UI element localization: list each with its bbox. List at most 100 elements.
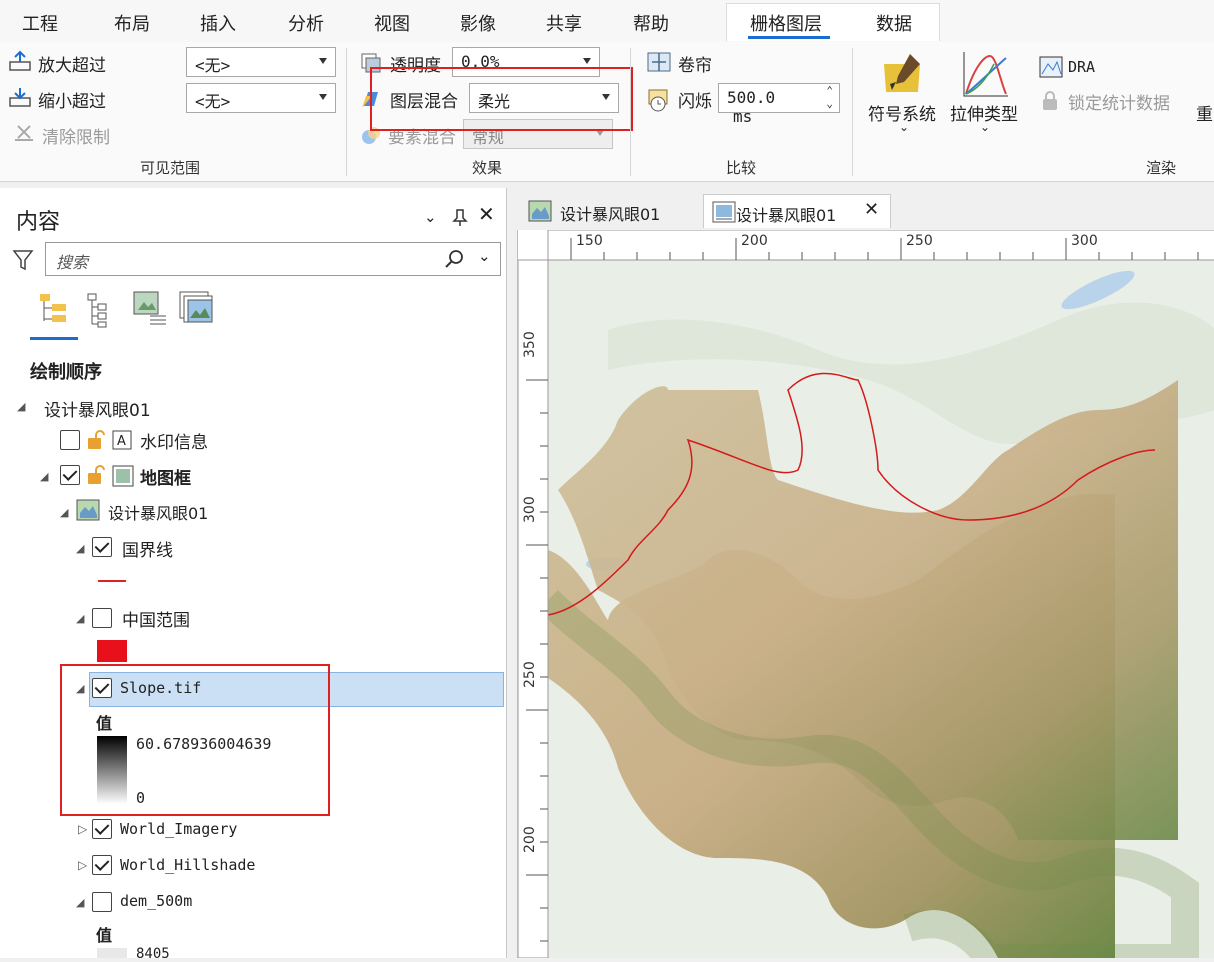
menu-view[interactable]: 视图 [374,10,410,36]
clear-limits-button[interactable]: 清除限制 [42,123,110,148]
unlock-icon[interactable] [86,430,108,450]
china-range-checkbox[interactable] [92,608,112,628]
dem-max-value: 8405 [136,946,170,962]
ruler-label-left: 200 [522,826,538,853]
layer-world-hillshade[interactable]: World_Hillshade [120,856,255,874]
unlock-icon[interactable] [86,465,108,485]
layer-map-frame[interactable]: 地图框 [140,464,191,489]
map-frame-icon [112,465,134,487]
menu-imagery[interactable]: 影像 [460,10,496,36]
list-by-drawing-order-icon[interactable] [36,292,72,326]
ruler-label-top: 200 [741,233,768,249]
menu-project[interactable]: 工程 [22,10,58,36]
menu-layout[interactable]: 布局 [114,10,150,36]
search-options-icon[interactable]: ⌄ [478,247,491,265]
tab-map-view-label: 设计暴风眼01 [560,205,661,224]
map-name[interactable]: 设计暴风眼01 [44,396,151,421]
expand-china-toggle[interactable]: ◢ [76,612,84,625]
ribbon-separator [852,48,853,176]
layout-view-icon [712,201,736,223]
ruler-label-left: 300 [522,496,538,523]
flicker-interval-input[interactable]: 500.0 ms ⌃ ⌄ [718,83,840,126]
highlight-box-blend [370,67,633,131]
tab-data[interactable]: 数据 [876,10,912,36]
dra-button[interactable]: DRA [1068,58,1095,76]
boundary-checkbox[interactable] [92,537,112,557]
zoom-out-beyond-dropdown[interactable]: <无> [186,83,336,113]
map-frame-checkbox[interactable] [60,465,80,485]
layer-map-name[interactable]: 设计暴风眼01 [108,500,208,524]
text-element-icon: A [112,430,132,450]
ribbon-separator [630,48,631,176]
dem-value-label: 值 [96,926,113,945]
hillshade-checkbox[interactable] [92,855,112,875]
swipe-icon [647,52,671,72]
flicker-label: 闪烁 [678,92,712,112]
lock-icon [1043,91,1057,110]
symbology-dropdown-icon[interactable]: ⌄ [899,120,909,134]
layer-world-imagery[interactable]: World_Imagery [120,820,237,838]
ribbon-more-button[interactable]: 重 [1196,100,1213,125]
dem-gradient-ramp [97,948,127,958]
swipe-button[interactable]: 卷帘 [678,51,712,76]
close-tab-icon[interactable]: ✕ [864,199,879,220]
map-canvas[interactable]: 150 200 250 300 350 300 250 200 [517,229,1214,962]
watermark-checkbox[interactable] [60,430,80,450]
zoom-in-beyond-button[interactable]: 放大超过 [38,51,106,76]
list-by-source-icon[interactable] [86,292,116,328]
flicker-spinner[interactable]: ⌃ ⌄ [826,84,833,110]
pin-icon[interactable] [452,208,468,226]
tab-raster-layer[interactable]: 栅格图层 [750,10,822,36]
layer-dem[interactable]: dem_500m [120,892,192,910]
ruler-label-top: 150 [576,233,603,249]
ribbon-separator [346,48,347,176]
tab-map-view[interactable]: 设计暴风眼01 [516,194,670,228]
tab-layout-view-label: 设计暴风眼01 [736,206,837,225]
expand-map-toggle[interactable]: ◢ [17,400,25,413]
zoom-in-beyond-value: <无> [195,56,231,75]
expand-frame-toggle[interactable]: ◢ [40,470,48,483]
pane-options-icon[interactable]: ⌄ [424,208,437,226]
list-by-selection-icon[interactable] [132,290,168,326]
zoom-in-beyond-dropdown[interactable]: <无> [186,47,336,77]
zoom-out-beyond-button[interactable]: 缩小超过 [38,87,106,112]
stretch-type-dropdown-icon[interactable]: ⌄ [980,120,990,134]
flicker-unit: ms [733,107,753,126]
layer-boundary[interactable]: 国界线 [122,536,173,561]
expand-boundary-toggle[interactable]: ◢ [76,542,84,555]
expand-mapframe-toggle[interactable]: ◢ [60,506,68,519]
ruler-label-top: 250 [906,233,933,249]
tab-layout-view[interactable]: 设计暴风眼01 ✕ [703,194,891,228]
filter-icon[interactable] [12,248,34,272]
boundary-symbol [98,580,126,582]
view-tabs: 设计暴风眼01 设计暴风眼01 ✕ [508,188,1214,228]
expand-hillshade-toggle[interactable]: ▷ [78,858,87,872]
search-input[interactable]: 搜索 ⌄ [45,242,501,276]
expand-dem-toggle[interactable]: ◢ [76,896,84,909]
ruler-label-left: 350 [522,331,538,358]
ribbon: 放大超过 <无> 缩小超过 <无> 清除限制 可见范围 透明度 0.0% 图层混… [0,42,1214,182]
menu-share[interactable]: 共享 [546,10,582,36]
layer-china-range[interactable]: 中国范围 [122,606,190,631]
expand-imagery-toggle[interactable]: ▷ [78,822,87,836]
close-icon[interactable]: ✕ [478,202,495,226]
group-label-visible-range: 可见范围 [140,159,201,177]
layer-watermark[interactable]: 水印信息 [140,428,208,453]
dem-checkbox[interactable] [92,892,112,912]
view-tab-indicator [30,337,78,340]
menu-analysis[interactable]: 分析 [288,10,324,36]
list-by-labeling-icon[interactable] [178,290,216,328]
menu-help[interactable]: 帮助 [633,10,669,36]
zoom-out-beyond-icon [9,88,31,107]
menu-insert[interactable]: 插入 [200,10,236,36]
china-range-symbol [97,640,127,662]
lock-statistics-button[interactable]: 锁定统计数据 [1068,89,1170,114]
search-icon[interactable] [444,249,464,269]
imagery-checkbox[interactable] [92,819,112,839]
ruler-label-top: 300 [1071,233,1098,249]
svg-text:A: A [117,434,126,449]
layout-view[interactable]: 150 200 250 300 350 300 250 200 [517,229,1214,962]
map-view-icon [528,200,552,222]
map-icon [76,499,100,521]
flicker-icon [648,89,668,112]
